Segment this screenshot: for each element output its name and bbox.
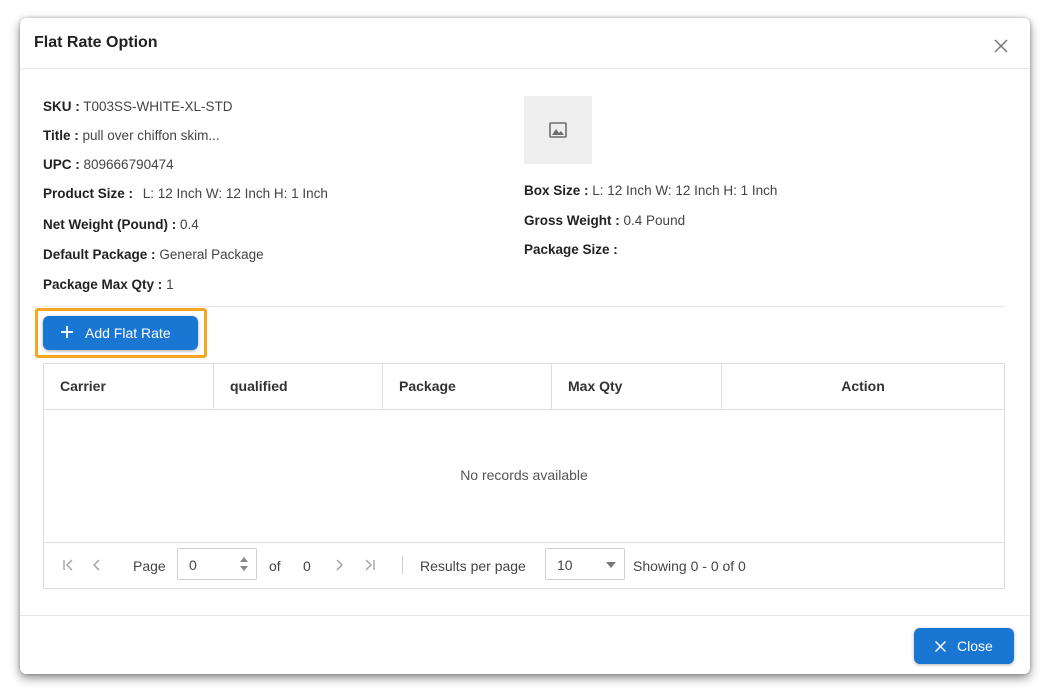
close-button-label: Close	[957, 638, 993, 654]
product-size-value: L: 12 Inch W: 12 Inch H: 1 Inch	[142, 186, 328, 201]
product-image-placeholder	[524, 96, 592, 164]
title-label: Title :	[43, 128, 79, 143]
of-label: of	[269, 558, 281, 574]
box-size-value: L: 12 Inch W: 12 Inch H: 1 Inch	[592, 183, 778, 198]
plus-icon	[59, 324, 75, 343]
grid-header: Carrier qualified Package Max Qty Action	[44, 364, 1004, 410]
product-size-label: Product Size :	[43, 186, 134, 201]
default-package-value: General Package	[159, 247, 264, 262]
sku-label: SKU :	[43, 99, 80, 114]
dialog-title: Flat Rate Option	[34, 34, 158, 51]
per-page-value: 10	[557, 557, 573, 573]
column-header-qualified[interactable]: qualified	[214, 364, 383, 409]
footer-divider	[20, 615, 1030, 616]
grid-pager: Page 0 of 0 Results per page 10 Showing …	[44, 542, 1004, 588]
product-size-row: Product Size : L: 12 Inch W: 12 Inch H: …	[43, 186, 328, 201]
total-pages: 0	[303, 558, 311, 574]
close-button-icon	[934, 640, 947, 656]
sku-row: SKU : T003SS-WHITE-XL-STD	[43, 99, 233, 114]
flat-rate-grid: Carrier qualified Package Max Qty Action…	[43, 363, 1005, 589]
page-number-input[interactable]: 0	[177, 548, 257, 580]
previous-page-icon[interactable]	[92, 558, 102, 575]
dialog-header: Flat Rate Option	[20, 18, 1030, 69]
add-flat-rate-label: Add Flat Rate	[85, 325, 171, 341]
last-page-icon[interactable]	[364, 558, 376, 575]
gross-weight-value: 0.4 Pound	[623, 213, 686, 228]
upc-value: 809666790474	[83, 157, 174, 172]
net-weight-label: Net Weight (Pound) :	[43, 217, 177, 232]
title-value: pull over chiffon skim...	[82, 128, 220, 143]
next-page-icon[interactable]	[334, 558, 344, 575]
results-per-page-label: Results per page	[420, 558, 526, 574]
column-header-max-qty[interactable]: Max Qty	[552, 364, 722, 409]
package-max-qty-row: Package Max Qty : 1	[43, 277, 174, 292]
page-spinner-icon[interactable]	[239, 554, 249, 574]
gross-weight-label: Gross Weight :	[524, 213, 620, 228]
flat-rate-dialog: Flat Rate Option SKU : T003SS-WHITE-XL-S…	[20, 18, 1030, 674]
first-page-icon[interactable]	[62, 558, 74, 575]
title-row: Title : pull over chiffon skim...	[43, 128, 220, 143]
sku-value: T003SS-WHITE-XL-STD	[83, 99, 233, 114]
package-max-qty-value: 1	[166, 277, 174, 292]
add-flat-rate-button[interactable]: Add Flat Rate	[43, 316, 198, 350]
page-label: Page	[133, 558, 166, 574]
column-header-package[interactable]: Package	[383, 364, 552, 409]
results-per-page-select[interactable]: 10	[545, 548, 625, 580]
default-package-row: Default Package : General Package	[43, 247, 264, 262]
box-size-label: Box Size :	[524, 183, 589, 198]
package-size-row: Package Size :	[524, 242, 618, 257]
section-divider	[43, 306, 1005, 307]
package-max-qty-label: Package Max Qty :	[43, 277, 163, 292]
showing-range-text: Showing 0 - 0 of 0	[633, 558, 746, 574]
column-header-carrier[interactable]: Carrier	[44, 364, 214, 409]
column-header-action: Action	[841, 378, 885, 394]
package-size-label: Package Size :	[524, 242, 618, 257]
upc-row: UPC : 809666790474	[43, 157, 174, 172]
default-package-label: Default Package :	[43, 247, 156, 262]
box-size-row: Box Size : L: 12 Inch W: 12 Inch H: 1 In…	[524, 183, 777, 198]
upc-label: UPC :	[43, 157, 80, 172]
close-button[interactable]: Close	[914, 628, 1014, 664]
no-records-message: No records available	[460, 467, 588, 483]
net-weight-value: 0.4	[180, 217, 199, 232]
net-weight-row: Net Weight (Pound) : 0.4	[43, 217, 199, 232]
close-icon[interactable]	[992, 37, 1010, 55]
pager-separator	[402, 556, 403, 574]
chevron-down-icon	[606, 562, 616, 568]
image-icon	[549, 122, 567, 138]
page-number-value: 0	[189, 557, 197, 573]
gross-weight-row: Gross Weight : 0.4 Pound	[524, 213, 685, 228]
